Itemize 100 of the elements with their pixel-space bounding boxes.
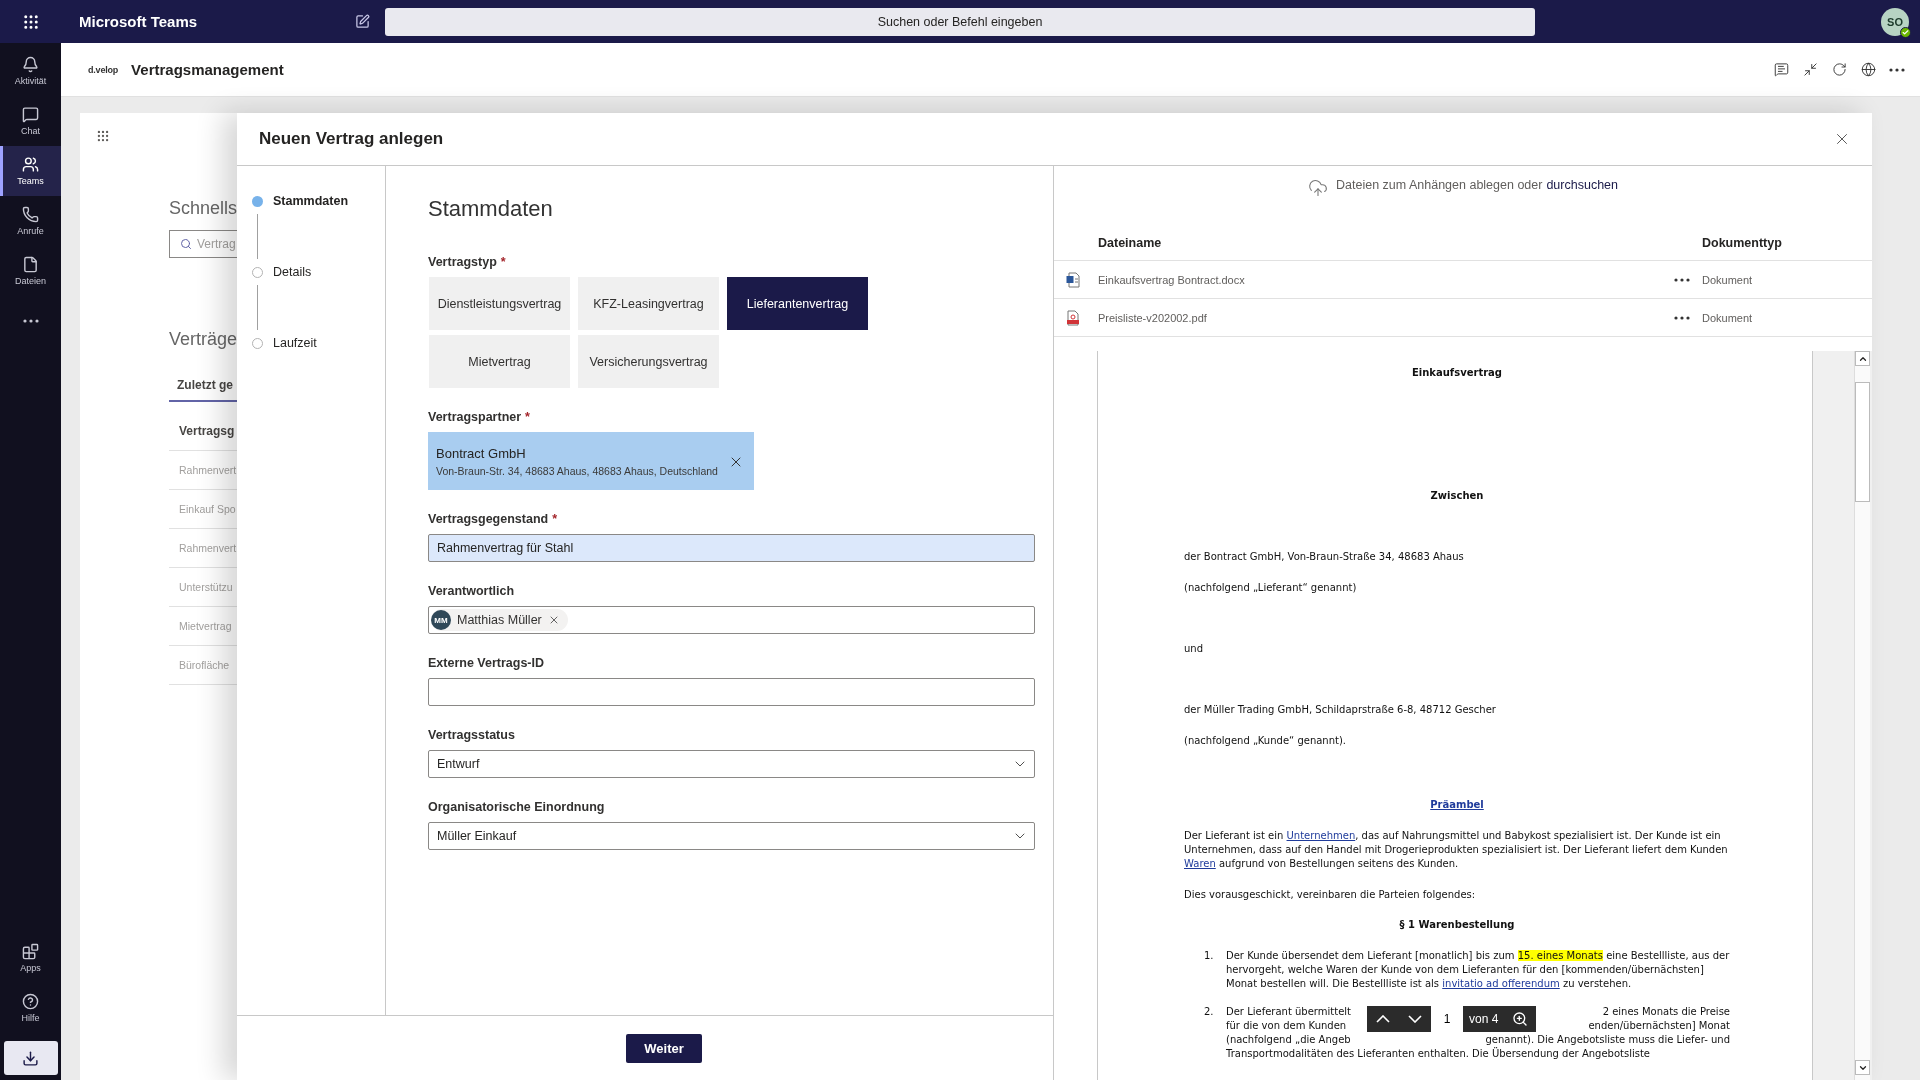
search-field[interactable]: Suchen oder Befehl eingeben [385,7,1535,36]
step-link[interactable]: Stammdaten [273,194,349,208]
scrollbar[interactable] [1854,351,1870,1080]
person-avatar: MM [431,610,451,630]
column-header: Dateiname [1098,235,1163,250]
document-text: enden/übernächsten] Monat [1588,1019,1730,1033]
file-name[interactable]: Einkaufsvertrag Bontract.docx [1098,273,1662,286]
person-chip[interactable]: MM Matthias Müller [431,609,568,631]
list-number: 1. [1204,949,1215,963]
page-number-field[interactable]: 1 [1431,1005,1463,1033]
download-icon [22,1049,39,1067]
document-paragraph: Der Kunde übersendet dem Lieferant [monatlich] bis zum 15. eines Monats eine Bestellliste, aus der hervorgeht, welche Waren der Kunde von dem Lieferanten für den [kommenden/übernächsten] Monat bestellen will. Die Bestellliste ist als invitatio ad offerendum zu verstehen. [1226,949,1730,991]
document-paragraph: und [1184,642,1205,656]
apps-icon [22,943,39,960]
chat-icon [22,106,39,123]
document-heading: Zwischen [1429,489,1485,503]
document-paragraph: Der Lieferant ist ein Unternehmen, das auf Nahrungsmittel und Babykost spezialisiert ist. Der Kunde ist ein Unternehmen, dass auf den Handel mit Drogerieprodukten spezialisiert ist. Der Lieferant liefert dem Kunden Waren aufgrund von Bestellungen seitens des Kunden. [1184,829,1729,871]
document-paragraph: Dies vorausgeschickt, vereinbaren die Parteien folgendes: [1184,888,1477,902]
document-link[interactable]: Präambel [1184,798,1730,812]
rail-item[interactable]: Apps [0,933,61,983]
contract-type-option[interactable]: Mietvertrag [429,335,570,388]
zoom-in-icon [1512,1011,1529,1027]
bell-icon [22,56,39,73]
rail-item[interactable]: Aktivität [0,46,61,96]
next-button[interactable]: Weiter [626,1033,702,1063]
rail-item[interactable]: Anrufe [0,196,61,246]
document-link[interactable]: Waren [1184,858,1216,869]
refresh-icon[interactable] [1830,60,1848,79]
step-link[interactable]: Laufzeit [273,336,317,350]
rail-item[interactable]: Hilfe [0,983,61,1033]
field-label: Vertragsgegenstand * [428,511,559,527]
rail-item[interactable]: Teams [0,146,61,196]
field-label: Verantwortlich [428,583,516,599]
globe-icon[interactable] [1859,60,1877,79]
download-button[interactable] [3,1041,58,1075]
file-name[interactable]: Preisliste-v202002.pdf [1098,311,1662,324]
text-field[interactable]: Rahmenvertrag für Stahl [428,534,1035,562]
text-field[interactable] [428,678,1035,706]
document-icon [1066,271,1080,288]
chat-icon[interactable] [1772,60,1790,79]
help-icon [22,993,39,1010]
dialog-title: Neuen Vertrag anlegen [259,129,444,149]
contract-type-option[interactable]: Lieferantenvertrag [727,277,868,330]
more-icon [1674,277,1690,282]
document-paragraph: (nachfolgend „Lieferant“ genannt) [1184,581,1358,595]
scrollbar-thumb[interactable] [1855,382,1870,502]
field-label: Externe Vertrags-ID [428,655,546,671]
field-label: Vertragstyp * [428,254,507,270]
field-label: Vertragspartner * [428,409,531,425]
rail-item[interactable]: Chat [0,96,61,146]
upload-icon [1308,178,1328,198]
more-icon [22,319,39,323]
list-number: 2. [1204,1005,1215,1019]
user-avatar[interactable]: SO [1881,7,1909,36]
collapse-icon[interactable] [1801,60,1819,79]
document-text: 2 eines Monats die Preise [1602,1005,1730,1019]
field-label: Organisatorische Einordnung [428,799,606,815]
app-title: Microsoft Teams [78,13,199,30]
people-field[interactable]: MM Matthias Müller [428,606,1035,634]
document-text: (nachfolgend „die Angeb [1226,1033,1351,1047]
rail-item[interactable]: Dateien [0,246,61,296]
document-link[interactable]: invitatio ad offerendum [1442,978,1560,989]
table-cell-text: Dokument [1702,311,1754,324]
step-link[interactable]: Details [273,265,312,279]
section-heading: Verträge [169,328,237,351]
contract-type-option[interactable]: KFZ-Leasingvertrag [578,277,719,330]
app-name: Vertragsmanagement [131,61,284,78]
phone-icon [22,206,39,223]
document-text: Der Lieferant übermittelt [1226,1005,1351,1019]
document-heading: § 1 Warenbestellung [1398,918,1516,932]
table-cell-text: Dokument [1702,273,1754,286]
partner-card[interactable]: Bontract GmbH Von-Braun-Str. 34, 48683 Ahaus, 48683 Ahaus, Deutschland [428,432,754,490]
chevron-up-icon [1376,1015,1390,1023]
more-icon [1889,67,1905,72]
presence-icon [1900,26,1911,38]
pdf-icon [1066,309,1080,326]
grid-icon[interactable] [96,129,110,143]
dropdown[interactable]: Müller Einkauf [428,822,1035,850]
search-icon [180,238,192,250]
logo: d.velop [88,64,119,75]
page-count: von 4 [1468,1012,1500,1026]
browse-link[interactable]: durchsuchen [1546,178,1618,192]
document-heading: Einkaufsvertrag [1410,366,1504,380]
document-paragraph: der Müller Trading GmbH, Schildaprstraße 6-8, 48712 Gescher [1184,703,1497,717]
file-icon [22,256,39,273]
drop-hint: Dateien zum Anhängen ablegen oder [1336,178,1543,192]
more-icon [1674,315,1690,320]
partner-address: Von-Braun-Str. 34, 48683 Ahaus, 48683 Ahaus, Deutschland [436,463,719,478]
pen-icon [354,14,370,29]
dropdown[interactable]: Entwurf [428,750,1035,778]
section-heading: Schnells [169,197,237,220]
person-name: Matthias Müller [457,613,542,627]
contract-type-option[interactable]: Dienstleistungsvertrag [429,277,570,330]
grid-icon [21,12,40,31]
document-text: Transportmodalitäten des Lieferanten enthalten. Die Übersendung der Angebotsliste [1226,1047,1650,1061]
contract-type-option[interactable]: Versicherungsvertrag [578,335,719,388]
people-icon [22,156,39,173]
partner-name: Bontract GmbH [436,445,527,461]
document-paragraph: (nachfolgend „Kunde“ genannt). [1184,734,1348,748]
document-text: für die von dem Kunden [1226,1019,1347,1033]
